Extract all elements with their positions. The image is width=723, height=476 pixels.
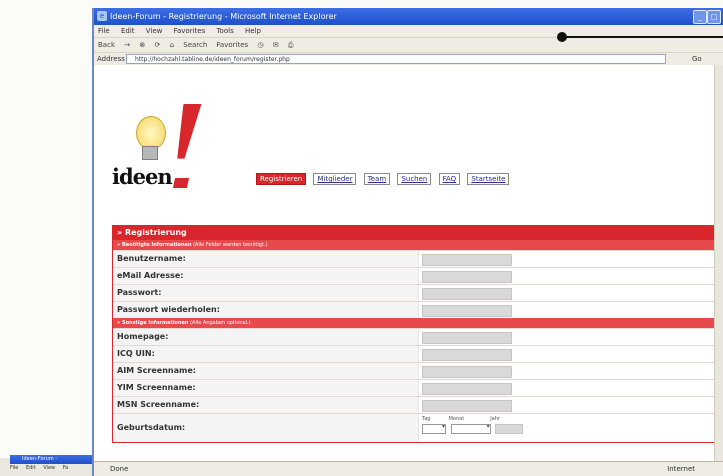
month-select[interactable] [450, 423, 491, 434]
msn-label: MSN Screenname: [113, 397, 419, 413]
day-select[interactable] [422, 423, 446, 434]
status-text: Done [110, 465, 129, 473]
page-content: ideen Registrieren Mitglieder Team Suche… [94, 65, 723, 462]
mail-button[interactable]: ✉ [273, 41, 279, 49]
background-window-title[interactable]: Ideen-Forum - [10, 455, 92, 464]
nav-suchen[interactable]: Suchen [397, 173, 432, 185]
optional-section-header: » Sonstige Informationen (Alle Angaben o… [113, 318, 723, 328]
yim-label: YIM Screenname: [113, 380, 419, 396]
forward-button[interactable]: → [124, 41, 130, 49]
back-button[interactable]: Back [98, 41, 115, 49]
address-input[interactable]: http://hochzahl.tabline.de/ideen_forum/r… [126, 54, 666, 64]
maximize-button[interactable]: □ [707, 10, 721, 24]
homepage-label: Homepage: [113, 329, 419, 345]
exclamation-icon [169, 104, 202, 174]
nav-startseite[interactable]: Startseite [467, 173, 510, 185]
background-window-menu: File Edit View Fa [10, 465, 69, 471]
icq-input[interactable] [422, 349, 512, 361]
form-row-icq: ICQ UIN: [113, 345, 723, 362]
aim-label: AIM Screenname: [113, 363, 419, 379]
vertical-scrollbar[interactable] [714, 65, 723, 462]
address-label: Address [97, 55, 125, 63]
password-repeat-label: Passwort wiederholen: [113, 302, 419, 318]
menu-file[interactable]: File [98, 27, 110, 35]
lightbulb-icon [136, 116, 166, 150]
dob-label: Geburtsdatum: [113, 414, 419, 442]
password-repeat-input[interactable] [422, 305, 512, 317]
icq-label: ICQ UIN: [113, 346, 419, 362]
required-section-header: » Benötigte Informationen (Alle Felder w… [113, 240, 723, 250]
toolbar: Back → ⊗ ⟳ ⌂ Search Favorites ◷ ✉ ⎙ [94, 38, 723, 53]
menu-favorites[interactable]: Favorites [174, 27, 206, 35]
print-button[interactable]: ⎙ [288, 41, 294, 49]
homepage-input[interactable] [422, 332, 512, 344]
favorites-button[interactable]: Favorites [217, 41, 249, 49]
refresh-button[interactable]: ⟳ [154, 41, 160, 49]
stop-button[interactable]: ⊗ [139, 41, 145, 49]
menu-tools[interactable]: Tools [216, 27, 233, 35]
msn-input[interactable] [422, 400, 512, 412]
form-row-password: Passwort: [113, 284, 723, 301]
nav-registrieren[interactable]: Registrieren [256, 173, 307, 185]
logo-word: ideen [112, 164, 173, 189]
email-input[interactable] [422, 271, 512, 283]
ie-icon: e [97, 11, 107, 21]
email-label: eMail Adresse: [113, 268, 419, 284]
title-bar: e Ideen-Forum - Registrierung - Microsof… [94, 8, 723, 25]
form-row-homepage: Homepage: [113, 328, 723, 345]
search-button[interactable]: Search [183, 41, 207, 49]
form-header: » Registrierung [113, 226, 723, 240]
form-row-yim: YIM Screenname: [113, 379, 723, 396]
nav-mitglieder[interactable]: Mitglieder [313, 173, 357, 185]
home-button[interactable]: ⌂ [170, 41, 174, 49]
security-zone: Internet [667, 465, 695, 473]
aim-input[interactable] [422, 366, 512, 378]
window-title: Ideen-Forum - Registrierung - Microsoft … [110, 12, 337, 21]
nav-faq[interactable]: FAQ [438, 173, 461, 185]
menu-help[interactable]: Help [245, 27, 261, 35]
form-row-dob: Geburtsdatum: Tag Monat Jahr [113, 413, 723, 442]
form-row-msn: MSN Screenname: [113, 396, 723, 413]
dob-fields: Tag Monat Jahr [422, 416, 524, 434]
form-row-username: Benutzername: [113, 250, 723, 267]
username-label: Benutzername: [113, 251, 419, 267]
form-row-aim: AIM Screenname: [113, 362, 723, 379]
form-row-email: eMail Adresse: [113, 267, 723, 284]
yim-input[interactable] [422, 383, 512, 395]
history-button[interactable]: ◷ [257, 41, 263, 49]
username-input[interactable] [422, 254, 512, 266]
forum-nav: Registrieren Mitglieder Team Suchen FAQ … [256, 173, 514, 185]
registration-form: » Registrierung » Benötigte Informatione… [112, 225, 723, 443]
password-input[interactable] [422, 288, 512, 300]
nav-team[interactable]: Team [363, 173, 391, 185]
form-row-password-repeat: Passwort wiederholen: [113, 301, 723, 318]
menu-view[interactable]: View [146, 27, 163, 35]
background-window: Ideen-Forum - File Edit View Fa [0, 455, 92, 476]
status-bar: Done Internet [94, 461, 723, 476]
menu-edit[interactable]: Edit [121, 27, 135, 35]
year-input[interactable] [495, 424, 524, 434]
minimize-button[interactable]: _ [693, 10, 707, 24]
ideen-logo: ideen [106, 104, 206, 194]
callout-line [557, 32, 723, 42]
browser-window: e Ideen-Forum - Registrierung - Microsof… [92, 8, 723, 476]
password-label: Passwort: [113, 285, 419, 301]
